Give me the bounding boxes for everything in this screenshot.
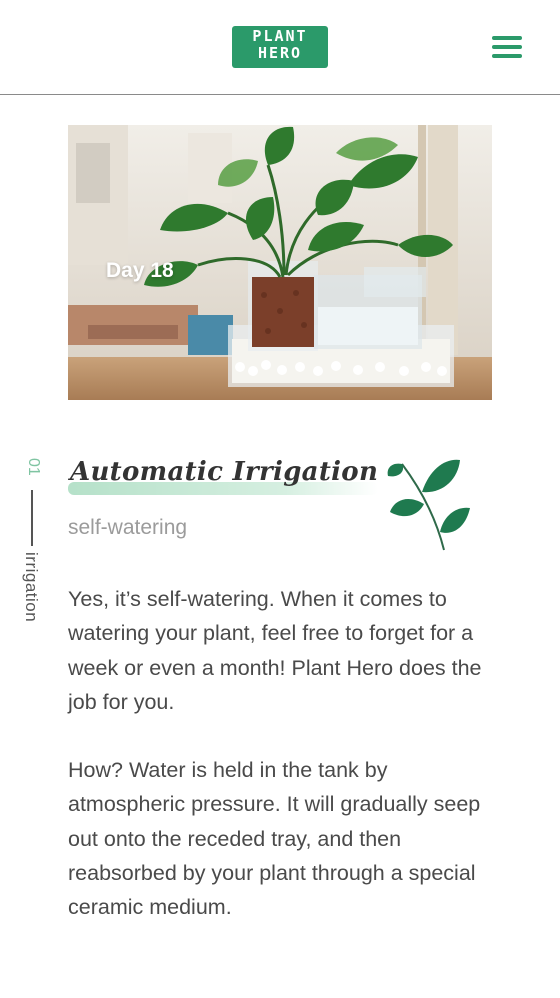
hamburger-menu-icon[interactable]: [492, 36, 522, 60]
logo-line-2: HERO: [257, 44, 303, 62]
section-title: Automatic Irrigation: [70, 457, 379, 487]
section-number: 01: [25, 458, 42, 476]
hero-day-caption: Day 18: [106, 259, 174, 282]
menu-bar: [492, 36, 522, 40]
section-subtitle: self-watering: [68, 516, 188, 539]
section-side-label: irrigation: [22, 552, 41, 623]
plant-hero-logo[interactable]: PLANT HERO: [232, 26, 328, 68]
section-body: Yes, it’s self-watering. When it comes t…: [68, 582, 498, 925]
body-paragraph: Yes, it’s self-watering. When it comes t…: [68, 587, 482, 714]
top-header: PLANT HERO: [0, 0, 560, 95]
section-divider-line: [31, 490, 33, 546]
hero-image: Day 18: [68, 125, 492, 400]
body-paragraph: How? Water is held in the tank by atmosp…: [68, 758, 481, 920]
logo-line-1: PLANT: [252, 27, 308, 45]
leaf-branch-icon: [387, 459, 470, 551]
menu-bar: [492, 54, 522, 58]
menu-bar: [492, 45, 522, 49]
section-title-block: Automatic Irrigation: [68, 455, 388, 505]
